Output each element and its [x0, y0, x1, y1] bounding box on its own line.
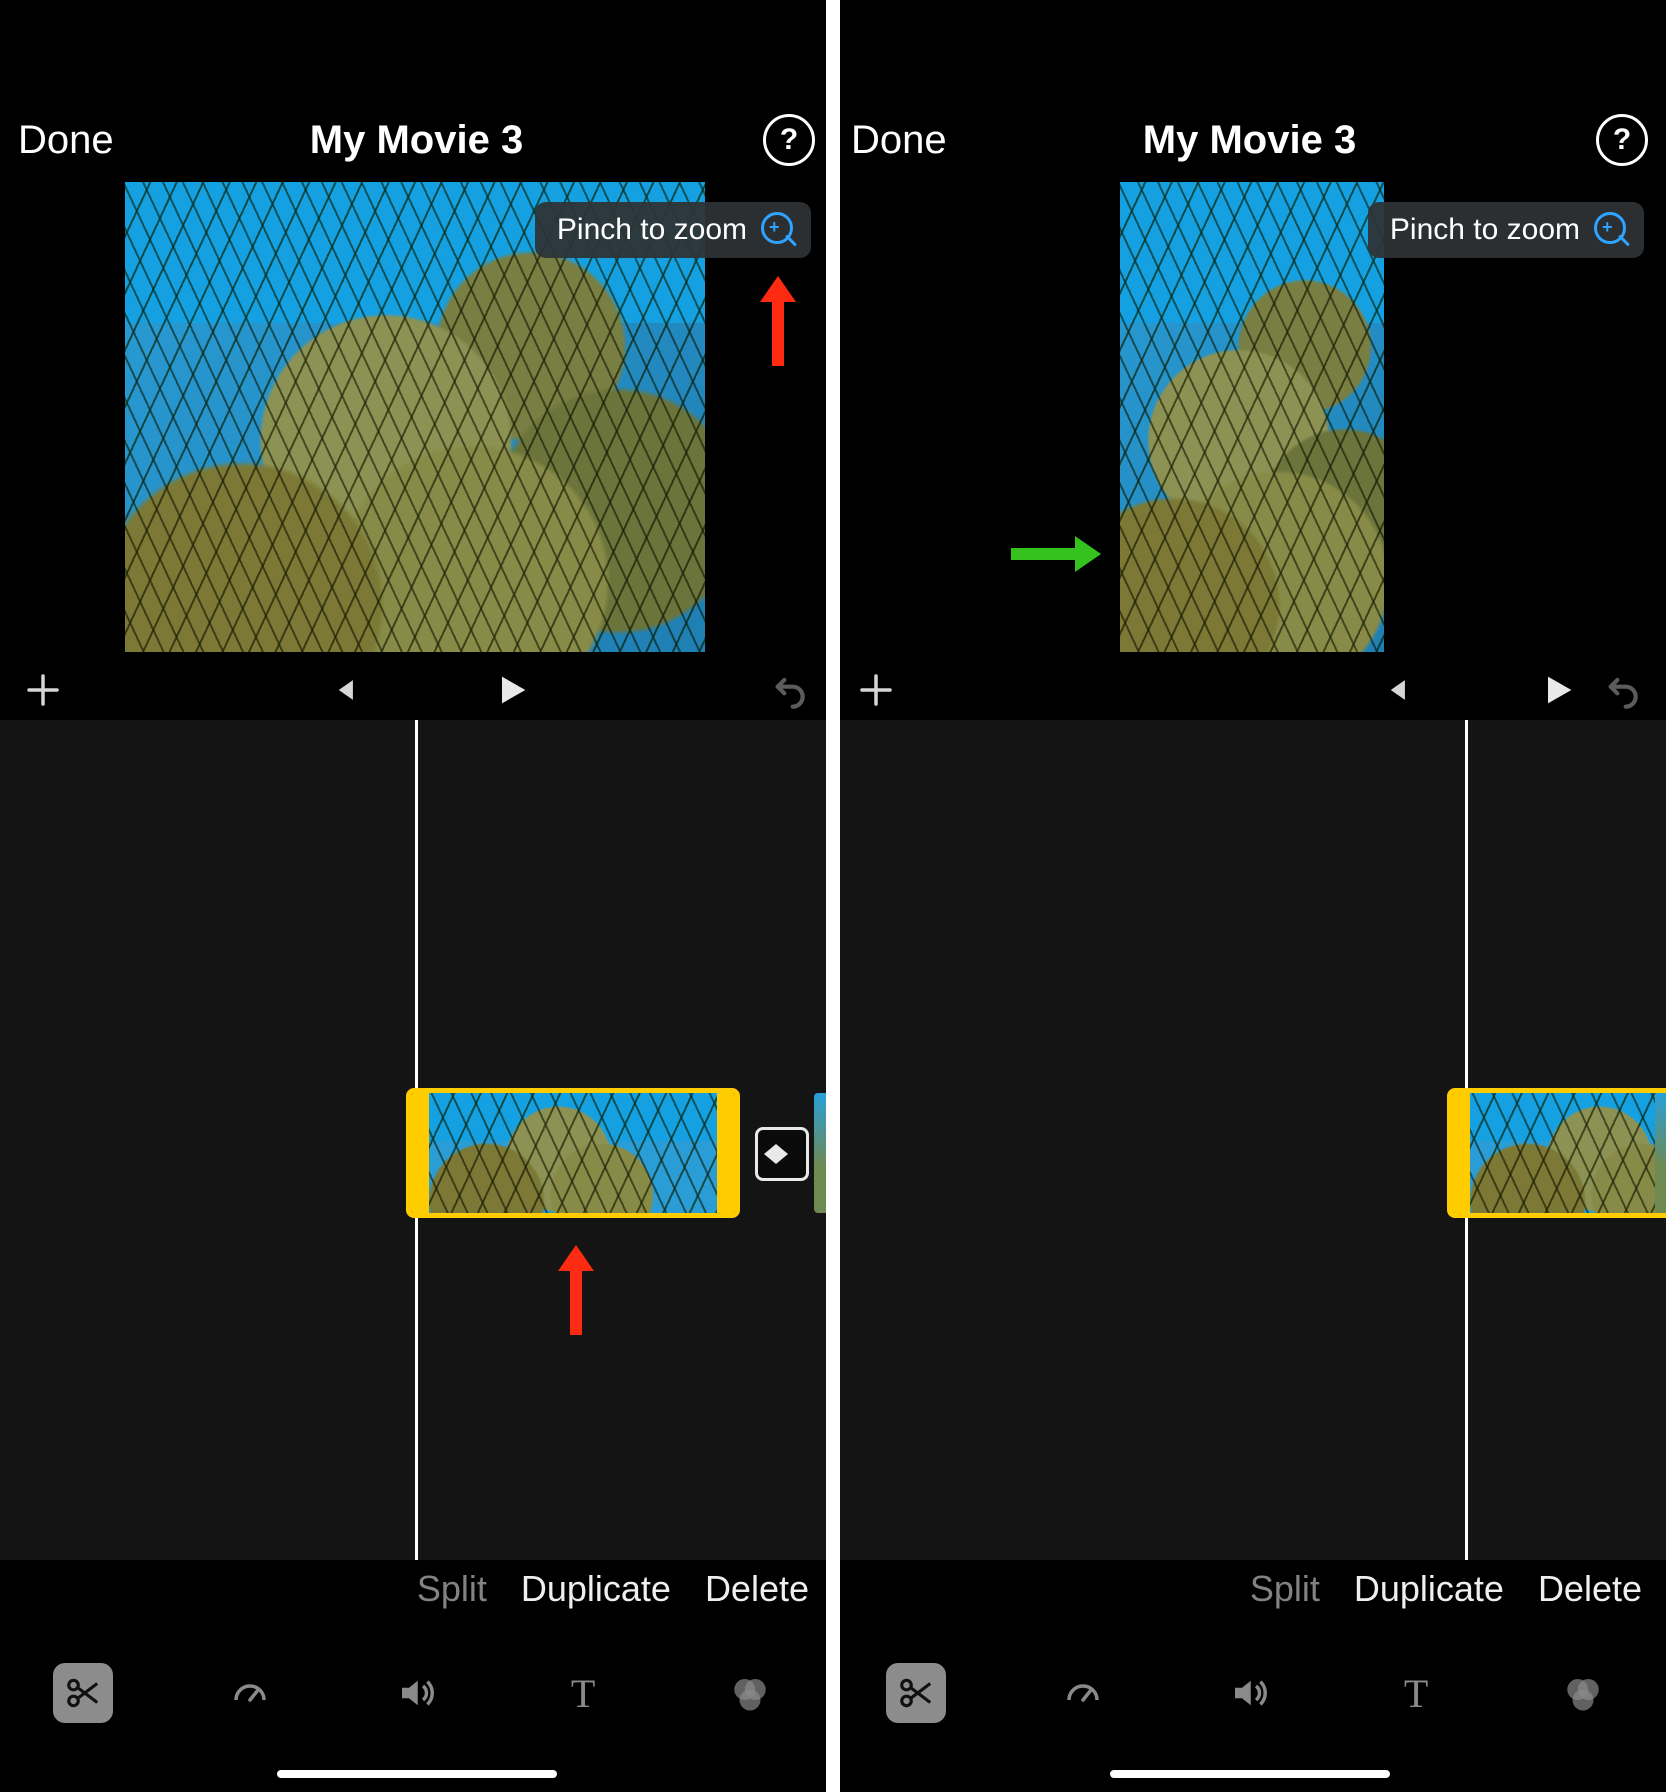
zoom-tooltip-label: Pinch to zoom — [1390, 213, 1580, 247]
edit-actions: Split Duplicate Delete — [417, 1568, 809, 1610]
playback-bar — [833, 660, 1666, 720]
playhead-marker-icon — [1451, 690, 1483, 712]
selected-clip[interactable] — [1447, 1088, 1666, 1218]
split-button: Split — [417, 1568, 487, 1610]
filters-icon — [1562, 1672, 1604, 1714]
speedometer-icon — [229, 1672, 271, 1714]
project-title: My Movie 3 — [1143, 118, 1356, 163]
done-button[interactable]: Done — [18, 118, 114, 163]
speedometer-icon — [1062, 1672, 1104, 1714]
play-button[interactable] — [1538, 670, 1578, 710]
project-title: My Movie 3 — [310, 118, 523, 163]
clip-thumbnails — [429, 1093, 717, 1213]
speed-tool[interactable] — [220, 1663, 280, 1723]
titles-tool[interactable]: T — [1386, 1663, 1446, 1723]
screenshot-right: Done My Movie 3 ? Pinch to zoom + — [833, 0, 1666, 1792]
undo-icon — [771, 670, 811, 710]
timeline-area[interactable] — [833, 720, 1666, 1560]
skip-to-start-button[interactable] — [326, 673, 360, 707]
skip-to-start-button[interactable] — [1378, 673, 1412, 707]
zoom-tooltip[interactable]: Pinch to zoom + — [535, 202, 811, 258]
speed-tool[interactable] — [1053, 1663, 1113, 1723]
preview-video[interactable] — [1120, 182, 1384, 652]
filters-tool[interactable] — [1553, 1663, 1613, 1723]
help-icon: ? — [1613, 123, 1631, 157]
plus-icon — [22, 669, 64, 711]
header-bar: Done My Movie 3 ? — [0, 100, 833, 180]
cut-tool[interactable] — [53, 1663, 113, 1723]
help-icon: ? — [780, 123, 798, 157]
help-button[interactable]: ? — [763, 114, 815, 166]
undo-icon — [1604, 670, 1644, 710]
scissors-icon — [64, 1674, 102, 1712]
filters-icon — [729, 1672, 771, 1714]
skip-start-icon — [326, 673, 360, 707]
selected-clip[interactable] — [406, 1088, 740, 1218]
add-media-button[interactable] — [855, 669, 897, 711]
tool-bar: T — [833, 1650, 1666, 1736]
transition-button[interactable] — [755, 1127, 809, 1181]
magnifier-plus-icon: + — [1594, 212, 1630, 248]
text-icon: T — [1404, 1670, 1428, 1717]
preview-area[interactable]: Pinch to zoom + — [833, 182, 1666, 660]
next-clip-sliver[interactable] — [1655, 1093, 1666, 1213]
zoom-tooltip[interactable]: Pinch to zoom + — [1368, 202, 1644, 258]
scissors-icon — [897, 1674, 935, 1712]
preview-area[interactable]: Pinch to zoom + — [0, 182, 833, 660]
volume-icon — [395, 1672, 437, 1714]
audio-tool[interactable] — [386, 1663, 446, 1723]
playhead-marker-icon — [401, 690, 433, 712]
tool-bar: T — [0, 1650, 833, 1736]
audio-tool[interactable] — [1219, 1663, 1279, 1723]
volume-icon — [1228, 1672, 1270, 1714]
skip-start-icon — [1378, 673, 1412, 707]
play-button[interactable] — [492, 670, 532, 710]
undo-button[interactable] — [771, 670, 811, 710]
duplicate-button[interactable]: Duplicate — [1354, 1568, 1504, 1610]
delete-button[interactable]: Delete — [705, 1568, 809, 1610]
titles-tool[interactable]: T — [553, 1663, 613, 1723]
screenshot-left: Done My Movie 3 ? Pinch to zoom + — [0, 0, 833, 1792]
header-bar: Done My Movie 3 ? — [833, 100, 1666, 180]
split-button: Split — [1250, 1568, 1320, 1610]
filters-tool[interactable] — [720, 1663, 780, 1723]
help-button[interactable]: ? — [1596, 114, 1648, 166]
undo-button[interactable] — [1604, 670, 1644, 710]
clip-thumbnails — [1470, 1093, 1666, 1213]
zoom-tooltip-label: Pinch to zoom — [557, 213, 747, 247]
magnifier-plus-icon: + — [761, 212, 797, 248]
text-icon: T — [571, 1670, 595, 1717]
delete-button[interactable]: Delete — [1538, 1568, 1642, 1610]
screenshot-divider — [826, 0, 840, 1792]
play-icon — [492, 670, 532, 710]
duplicate-button[interactable]: Duplicate — [521, 1568, 671, 1610]
timeline-area[interactable] — [0, 720, 833, 1560]
plus-icon — [855, 669, 897, 711]
done-button[interactable]: Done — [851, 118, 947, 163]
play-icon — [1538, 670, 1578, 710]
crossfade-icon — [776, 1144, 788, 1164]
home-indicator[interactable] — [1110, 1770, 1390, 1778]
edit-actions: Split Duplicate Delete — [1250, 1568, 1642, 1610]
cut-tool[interactable] — [886, 1663, 946, 1723]
home-indicator[interactable] — [277, 1770, 557, 1778]
add-media-button[interactable] — [22, 669, 64, 711]
